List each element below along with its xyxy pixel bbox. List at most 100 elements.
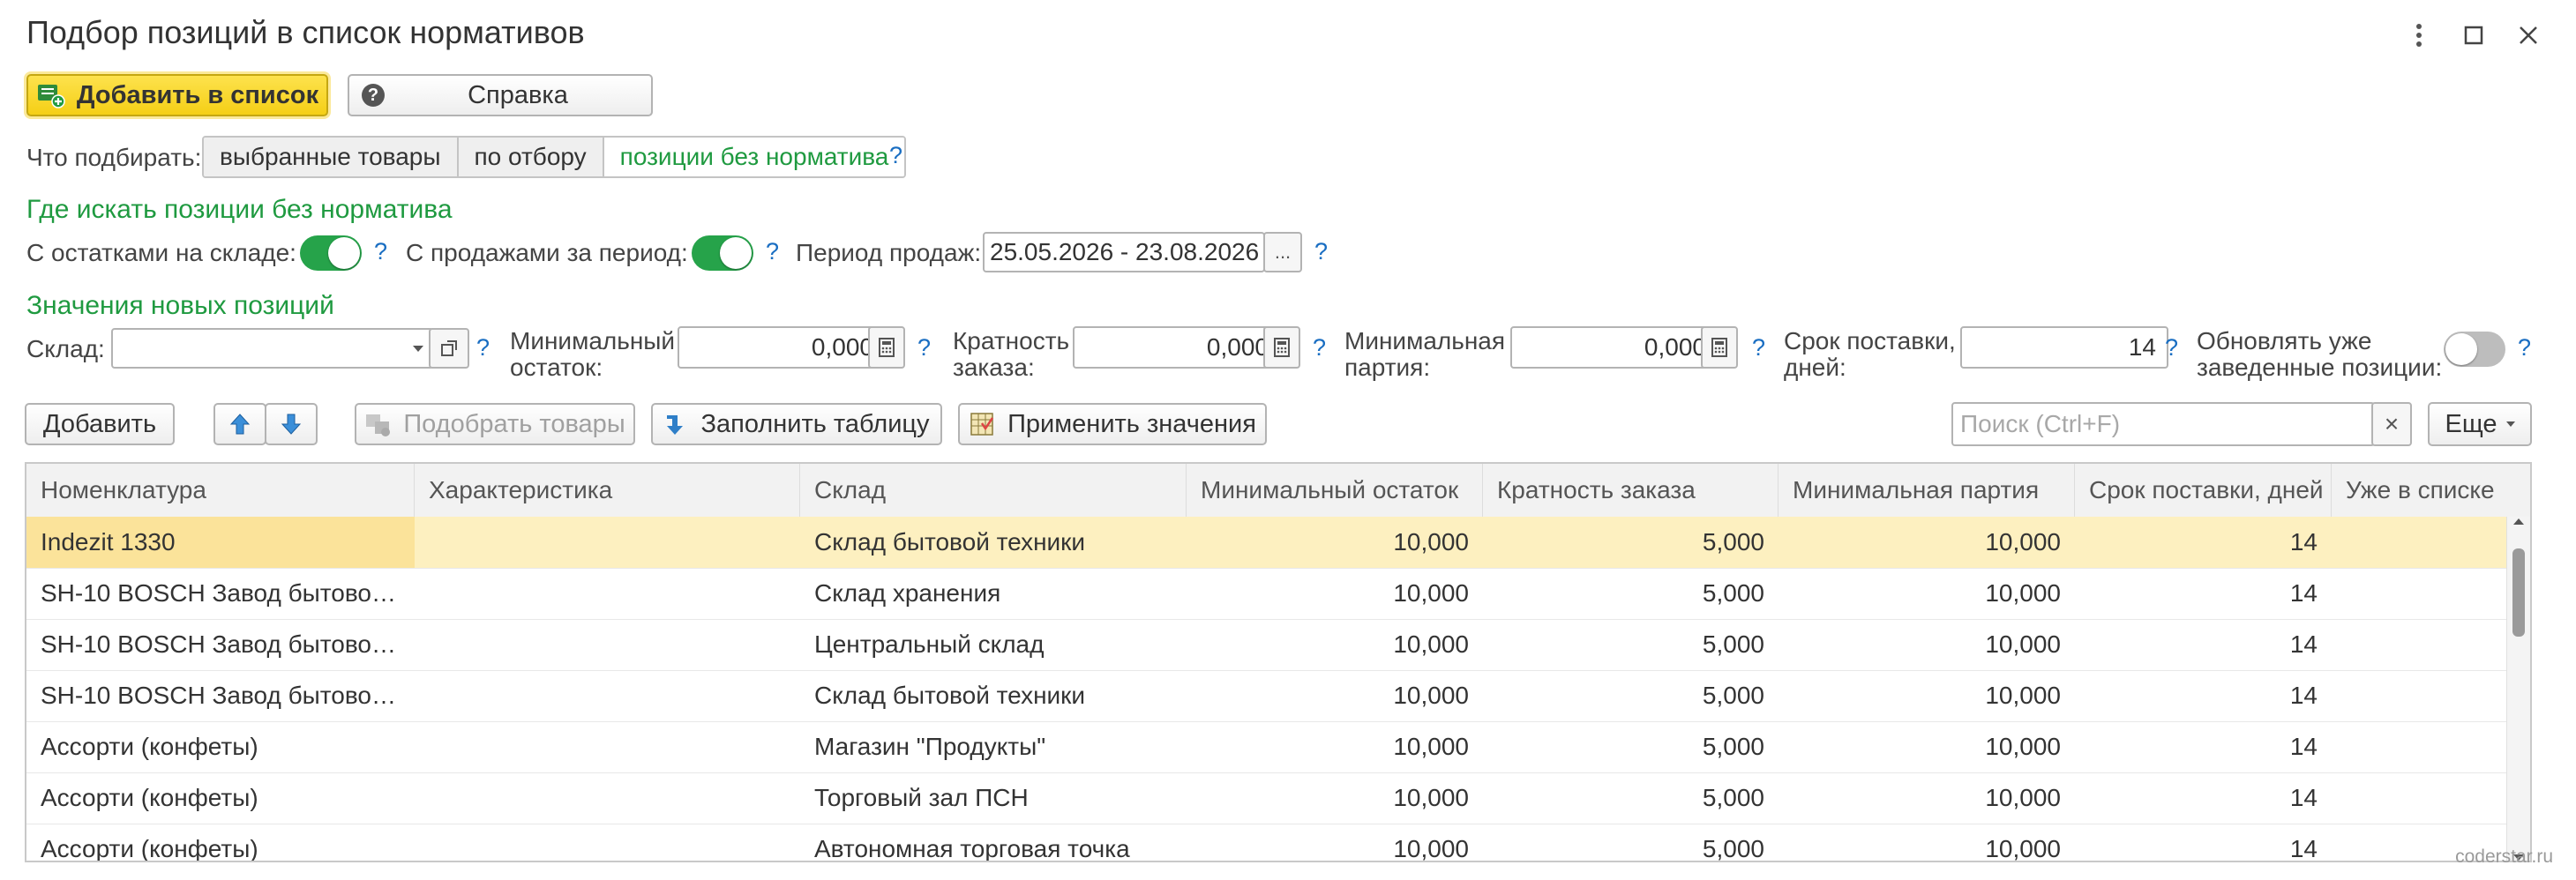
option-no-standard[interactable]: позиции без норматива — [603, 138, 905, 176]
min-stock-input[interactable]: 0,000 — [678, 326, 886, 369]
period-select-button[interactable]: ... — [1263, 232, 1302, 272]
cell-warehouse[interactable]: Автономная торговая точка — [800, 824, 1187, 861]
cell-min-stock[interactable]: 10,000 — [1187, 772, 1483, 824]
cell-min-batch[interactable]: 10,000 — [1778, 721, 2075, 772]
search-clear-button[interactable]: × — [2371, 402, 2412, 446]
cell-nomenclature[interactable]: SH-10 BOSCH Завод бытовой техники — [26, 619, 415, 670]
cell-warehouse[interactable]: Магазин "Продукты" — [800, 721, 1187, 772]
cell-min-batch[interactable]: 10,000 — [1778, 772, 2075, 824]
add-to-list-button[interactable]: Добавить в список — [26, 74, 328, 116]
close-icon[interactable] — [2511, 18, 2546, 53]
cell-order-mult[interactable]: 5,000 — [1483, 517, 1778, 568]
with-stock-help-icon[interactable]: ? — [374, 238, 387, 265]
col-already-in-list[interactable]: Уже в списке — [2332, 464, 2530, 517]
fill-table-button[interactable]: Заполнить таблицу — [651, 403, 942, 445]
update-existing-help-icon[interactable]: ? — [2518, 334, 2531, 362]
search-input[interactable]: Поиск (Ctrl+F) — [1951, 402, 2375, 446]
cell-characteristic[interactable] — [415, 721, 800, 772]
cell-order-mult[interactable]: 5,000 — [1483, 568, 1778, 619]
table-row[interactable]: SH-10 BOSCH Завод бытовой техники Склад х… — [26, 568, 2507, 620]
min-batch-input[interactable]: 0,000 — [1510, 326, 1719, 369]
more-actions-icon[interactable] — [2401, 18, 2437, 53]
maximize-icon[interactable] — [2456, 18, 2491, 53]
col-min-stock[interactable]: Минимальный остаток — [1187, 464, 1483, 517]
cell-min-stock[interactable]: 10,000 — [1187, 721, 1483, 772]
cell-already-in-list[interactable] — [2332, 670, 2508, 721]
table-row[interactable]: Ассорти (конфеты) Автономная торговая точ… — [26, 824, 2507, 861]
cell-min-batch[interactable]: 10,000 — [1778, 670, 2075, 721]
help-button[interactable]: ? Справка — [348, 74, 653, 116]
col-characteristic[interactable]: Характеристика — [415, 464, 800, 517]
cell-min-stock[interactable]: 10,000 — [1187, 670, 1483, 721]
warehouse-help-icon[interactable]: ? — [476, 334, 490, 362]
order-mult-input[interactable]: 0,000 — [1073, 326, 1281, 369]
period-field[interactable]: 25.05.2026 - 23.08.2026 — [983, 232, 1265, 272]
dropdown-arrow-icon[interactable] — [413, 346, 423, 352]
warehouse-input[interactable] — [111, 328, 434, 369]
selection-help-icon[interactable]: ? — [889, 142, 902, 169]
table-row[interactable]: Indezit 1330 Склад бытовой техники 10,000 5… — [26, 517, 2507, 569]
apply-values-button[interactable]: Применить значения — [958, 403, 1267, 445]
cell-already-in-list[interactable] — [2332, 721, 2508, 772]
add-row-button[interactable]: Добавить — [25, 403, 175, 445]
table-row[interactable]: Ассорти (конфеты) Магазин "Продукты" 10,00… — [26, 721, 2507, 773]
option-selected-goods[interactable]: выбранные товары — [204, 138, 459, 176]
cell-lead-time[interactable]: 14 — [2075, 517, 2332, 568]
selection-switch[interactable]: выбранные товары по отбору позиции без н… — [202, 136, 907, 178]
cell-characteristic[interactable] — [415, 824, 800, 861]
min-stock-help-icon[interactable]: ? — [917, 334, 931, 362]
move-up-button[interactable] — [213, 403, 266, 445]
cell-min-batch[interactable]: 10,000 — [1778, 619, 2075, 670]
cell-nomenclature[interactable]: SH-10 BOSCH Завод бытовой техники — [26, 670, 415, 721]
cell-min-batch[interactable]: 10,000 — [1778, 568, 2075, 619]
period-help-icon[interactable]: ? — [1314, 238, 1328, 265]
cell-nomenclature[interactable]: SH-10 BOSCH Завод бытовой техники — [26, 568, 415, 619]
cell-warehouse[interactable]: Склад бытовой техники — [800, 517, 1187, 568]
cell-nomenclature[interactable]: Ассорти (конфеты) — [26, 824, 415, 861]
cell-order-mult[interactable]: 5,000 — [1483, 619, 1778, 670]
cell-characteristic[interactable] — [415, 670, 800, 721]
col-nomenclature[interactable]: Номенклатура — [26, 464, 415, 517]
cell-already-in-list[interactable] — [2332, 517, 2508, 568]
cell-nomenclature[interactable]: Ассорти (конфеты) — [26, 721, 415, 772]
pick-goods-button[interactable]: Подобрать товары — [355, 403, 635, 445]
col-order-mult[interactable]: Кратность заказа — [1483, 464, 1778, 517]
min-batch-help-icon[interactable]: ? — [1752, 334, 1765, 362]
scroll-up-icon[interactable] — [2513, 518, 2524, 525]
cell-lead-time[interactable]: 14 — [2075, 824, 2332, 861]
cell-already-in-list[interactable] — [2332, 568, 2508, 619]
order-mult-help-icon[interactable]: ? — [1313, 334, 1326, 362]
table-scrollbar[interactable] — [2506, 517, 2530, 861]
cell-warehouse[interactable]: Склад бытовой техники — [800, 670, 1187, 721]
standards-table[interactable]: Номенклатура Характеристика Склад Минима… — [25, 462, 2532, 862]
cell-already-in-list[interactable] — [2332, 619, 2508, 670]
cell-min-stock[interactable]: 10,000 — [1187, 568, 1483, 619]
cell-lead-time[interactable]: 14 — [2075, 568, 2332, 619]
col-warehouse[interactable]: Склад — [800, 464, 1187, 517]
table-row[interactable]: Ассорти (конфеты) Торговый зал ПСН 10,000 5… — [26, 772, 2507, 824]
update-existing-toggle[interactable] — [2444, 332, 2505, 367]
table-row[interactable]: SH-10 BOSCH Завод бытовой техники Склад б… — [26, 670, 2507, 722]
cell-lead-time[interactable]: 14 — [2075, 721, 2332, 772]
lead-time-help-icon[interactable]: ? — [2165, 334, 2178, 362]
col-lead-time[interactable]: Срок поставки, дней — [2075, 464, 2332, 517]
more-button[interactable]: Еще — [2428, 402, 2532, 446]
with-stock-toggle[interactable] — [300, 235, 362, 271]
cell-lead-time[interactable]: 14 — [2075, 670, 2332, 721]
cell-warehouse[interactable]: Торговый зал ПСН — [800, 772, 1187, 824]
cell-nomenclature[interactable]: Ассорти (конфеты) — [26, 772, 415, 824]
move-down-button[interactable] — [265, 403, 318, 445]
cell-characteristic[interactable] — [415, 568, 800, 619]
open-warehouse-button[interactable] — [429, 328, 469, 369]
table-row[interactable]: SH-10 BOSCH Завод бытовой техники Централ… — [26, 619, 2507, 671]
order-mult-calc-button[interactable] — [1263, 326, 1300, 369]
with-sales-toggle[interactable] — [692, 235, 753, 271]
cell-order-mult[interactable]: 5,000 — [1483, 721, 1778, 772]
cell-order-mult[interactable]: 5,000 — [1483, 772, 1778, 824]
cell-characteristic[interactable] — [415, 619, 800, 670]
cell-characteristic[interactable] — [415, 772, 800, 824]
cell-min-batch[interactable]: 10,000 — [1778, 824, 2075, 861]
cell-lead-time[interactable]: 14 — [2075, 619, 2332, 670]
cell-min-batch[interactable]: 10,000 — [1778, 517, 2075, 568]
cell-warehouse[interactable]: Склад хранения — [800, 568, 1187, 619]
